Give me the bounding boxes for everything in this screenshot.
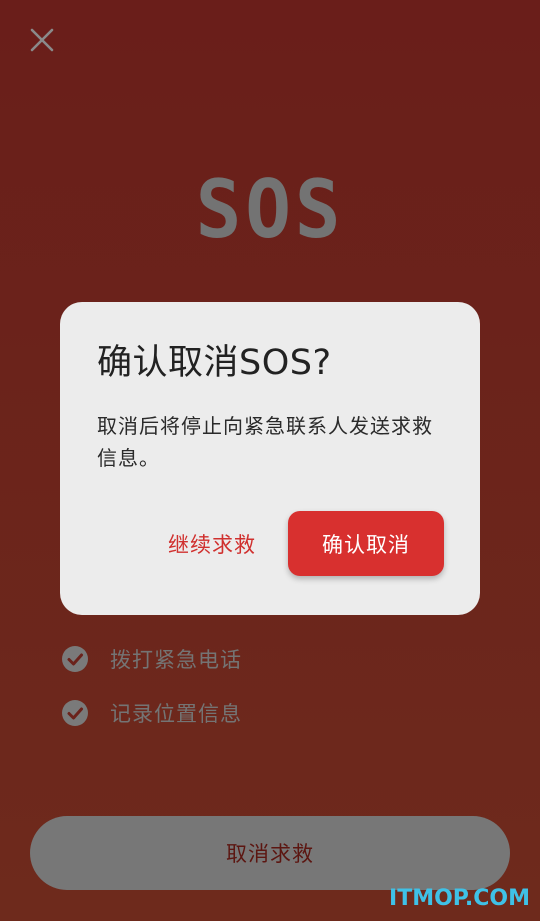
watermark: ITMOP.COM <box>389 886 530 911</box>
continue-rescue-button[interactable]: 继续求救 <box>156 512 268 576</box>
confirm-dialog: 确认取消SOS? 取消后将停止向紧急联系人发送求救信息。 继续求救 确认取消 <box>60 302 480 615</box>
sos-screen: SOS 拨打紧急电话 记录位置信息 取消求救 确认取消SOS? 取消后将停止向紧… <box>0 0 540 921</box>
confirm-cancel-button[interactable]: 确认取消 <box>288 511 444 576</box>
dialog-message: 取消后将停止向紧急联系人发送求救信息。 <box>97 414 433 470</box>
dialog-title: 确认取消SOS? <box>97 343 332 383</box>
